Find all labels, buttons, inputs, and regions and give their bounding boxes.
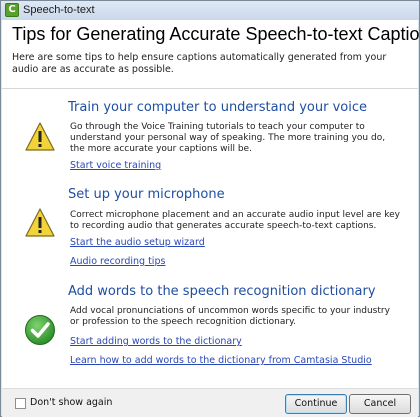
- cancel-button[interactable]: Cancel: [349, 394, 411, 414]
- section-title: Train your computer to understand your v…: [68, 100, 367, 115]
- dont-show-again-checkbox[interactable]: [15, 398, 26, 409]
- section-description: Add vocal pronunciations of uncommon wor…: [70, 306, 390, 327]
- dialog-content: Tips for Generating Accurate Speech-to-t…: [2, 20, 420, 417]
- tip-microphone-setup: Set up your microphone Correct microphon…: [2, 187, 418, 284]
- start-voice-training-link[interactable]: Start voice training: [70, 160, 161, 171]
- dialog-window: C Speech-to-text Tips for Generating Acc…: [0, 0, 420, 417]
- audio-setup-wizard-link[interactable]: Start the audio setup wizard: [70, 237, 205, 248]
- dialog-footer: Don't show again Continue Cancel: [2, 388, 418, 417]
- audio-recording-tips-link[interactable]: Audio recording tips: [70, 256, 165, 267]
- camtasia-app-icon: C: [5, 3, 19, 17]
- continue-button[interactable]: Continue: [285, 394, 347, 414]
- intro-text: Here are some tips to help ensure captio…: [12, 52, 387, 75]
- page-title: Tips for Generating Accurate Speech-to-t…: [12, 24, 420, 44]
- checkmark-icon: [25, 315, 55, 345]
- section-description: Go through the Voice Training tutorials …: [70, 122, 386, 154]
- dont-show-again-label[interactable]: Don't show again: [30, 397, 112, 408]
- title-bar[interactable]: C Speech-to-text: [1, 1, 419, 20]
- tip-dictionary: Add words to the speech recognition dict…: [2, 284, 418, 388]
- learn-add-words-link[interactable]: Learn how to add words to the dictionary…: [70, 355, 372, 366]
- start-adding-words-link[interactable]: Start adding words to the dictionary: [70, 336, 242, 347]
- tips-list: Train your computer to understand your v…: [2, 89, 418, 388]
- header: Tips for Generating Accurate Speech-to-t…: [2, 20, 420, 89]
- section-description: Correct microphone placement and an accu…: [70, 210, 400, 231]
- window-title: Speech-to-text: [23, 4, 95, 16]
- section-title: Add words to the speech recognition dict…: [68, 284, 376, 299]
- tip-voice-training: Train your computer to understand your v…: [2, 89, 418, 189]
- warning-icon: [25, 208, 55, 237]
- section-title: Set up your microphone: [68, 187, 225, 202]
- warning-icon: [25, 122, 55, 151]
